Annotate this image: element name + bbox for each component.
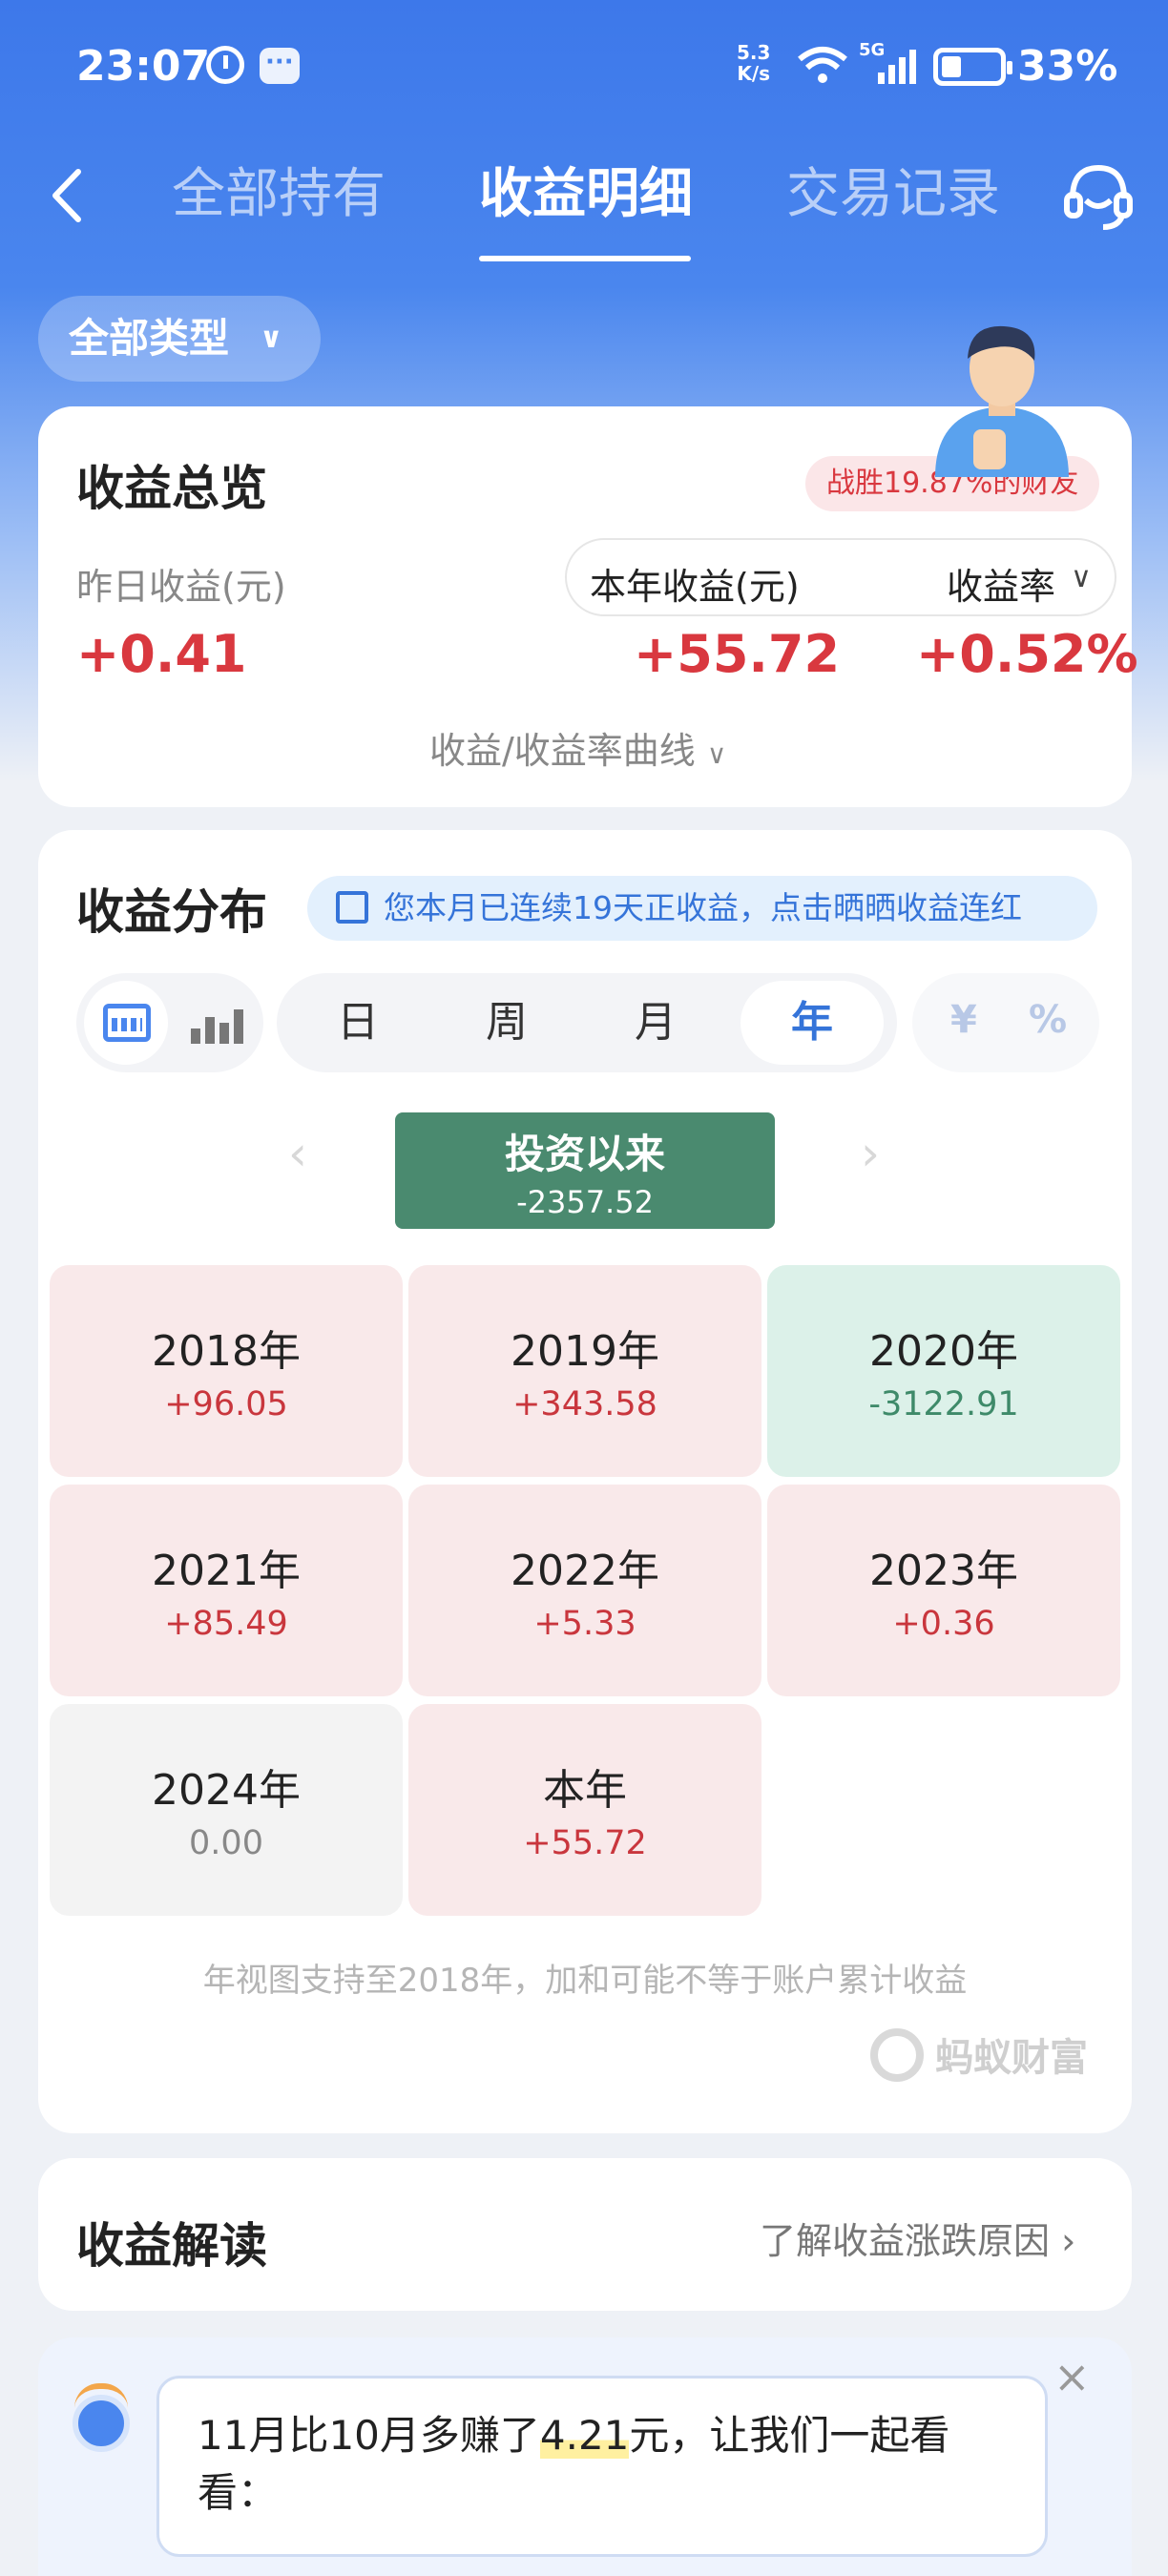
year-cell[interactable]: 2023年 +0.36: [767, 1485, 1120, 1696]
view-mode-toggle: [76, 973, 263, 1072]
mascot-avatar: [935, 325, 1069, 477]
year-value: +96.05: [164, 1385, 288, 1423]
highlight-amount: 4.21: [539, 2412, 630, 2459]
year-value: +85.49: [164, 1605, 288, 1643]
tab-all-holdings[interactable]: 全部持有: [172, 156, 386, 233]
earnings-distribution-card: 收益分布 您本月已连续19天正收益，点击晒晒收益连红 日 周 月 年 ¥ % ‹…: [38, 830, 1132, 2133]
period-week[interactable]: 周: [435, 973, 578, 1072]
unit-amount[interactable]: ¥: [950, 998, 977, 1042]
assistant-bot-icon: [73, 2383, 130, 2452]
period-year[interactable]: 年: [740, 981, 884, 1065]
distribution-title: 收益分布: [76, 884, 267, 940]
year-label: 2020年: [869, 1327, 1018, 1376]
chevron-down-icon: ∨: [260, 322, 283, 355]
signal-icon: 5G: [859, 40, 918, 86]
tab-transactions[interactable]: 交易记录: [786, 156, 1000, 233]
status-time: 23:07: [76, 42, 211, 91]
unit-percent[interactable]: %: [1029, 998, 1067, 1042]
next-arrow-icon[interactable]: ›: [861, 1126, 880, 1181]
earnings-curve-toggle[interactable]: 收益/收益率曲线 ∨: [429, 721, 726, 774]
earnings-interpretation-card[interactable]: 收益解读 了解收益涨跌原因 ›: [38, 2158, 1132, 2311]
unit-selector: ¥ %: [912, 973, 1099, 1072]
year-cell[interactable]: 2021年 +85.49: [50, 1485, 403, 1696]
customer-service-icon[interactable]: [1059, 156, 1137, 235]
year-cell[interactable]: 本年 +55.72: [408, 1704, 761, 1916]
year-label: 2018年: [152, 1327, 301, 1376]
close-icon[interactable]: ×: [1053, 2351, 1091, 2402]
year-value: 0.00: [189, 1824, 263, 1862]
year-value: +343.58: [512, 1385, 657, 1423]
reason-link[interactable]: 了解收益涨跌原因 ›: [760, 2212, 1075, 2264]
calendar-icon: [103, 1004, 151, 1042]
year-cell[interactable]: 2020年 -3122.91: [767, 1265, 1120, 1477]
year-cell[interactable]: 2018年 +96.05: [50, 1265, 403, 1477]
message-icon: [260, 48, 300, 84]
top-nav: 全部持有 收益明细 交易记录: [0, 134, 1168, 267]
chevron-down-icon: ∨: [706, 738, 727, 770]
chevron-down-icon: ∨: [1071, 561, 1092, 594]
since-investment-summary: 投资以来 -2357.52: [176, 1112, 994, 1229]
active-tab-indicator: [479, 256, 691, 261]
calendar-view-button[interactable]: [84, 981, 168, 1065]
alarm-icon: [206, 46, 244, 84]
battery-percent: 33%: [1017, 42, 1118, 91]
tab-earnings-detail[interactable]: 收益明细: [479, 156, 693, 233]
ant-fortune-logo-icon: [870, 2028, 924, 2082]
year-label: 2023年: [869, 1547, 1018, 1595]
year-label: 本年: [543, 1766, 627, 1815]
period-month[interactable]: 月: [584, 973, 727, 1072]
type-filter-dropdown[interactable]: 全部类型 ∨: [38, 296, 321, 382]
overview-title: 收益总览: [76, 461, 267, 516]
year-value: -3122.91: [868, 1385, 1019, 1423]
year-earnings-label: 本年收益(元): [590, 566, 800, 608]
network-speed: 5.3 K/s: [737, 41, 771, 85]
rate-value: +0.52%: [916, 624, 1138, 684]
share-icon: [336, 891, 368, 924]
yesterday-earnings-value: +0.41: [76, 624, 247, 684]
year-cell[interactable]: 2024年 0.00: [50, 1704, 403, 1916]
yesterday-earnings-label: 昨日收益(元): [76, 566, 286, 608]
year-cell[interactable]: 2019年 +343.58: [408, 1265, 761, 1477]
chevron-right-icon: ›: [1061, 2220, 1076, 2262]
interpretation-title: 收益解读: [76, 2218, 267, 2274]
since-label: 投资以来: [504, 1131, 665, 1177]
year-cell[interactable]: 2022年 +5.33: [408, 1485, 761, 1696]
streak-share-banner[interactable]: 您本月已连续19天正收益，点击晒晒收益连红: [307, 876, 1097, 941]
year-earnings-value: +55.72: [634, 624, 841, 684]
battery-icon: [933, 48, 1012, 86]
year-rate-toggle[interactable]: 本年收益(元) 收益率 ∨: [565, 538, 1116, 616]
prev-arrow-icon[interactable]: ‹: [288, 1126, 307, 1181]
status-bar: 23:07 5.3 K/s 5G 33%: [0, 0, 1168, 134]
year-view-footnote: 年视图支持至2018年，加和可能不等于账户累计收益: [202, 1962, 968, 2000]
assistant-card: 11月比10月多赚了4.21元，让我们一起看看： ×: [38, 2337, 1132, 2576]
year-label: 2021年: [152, 1547, 301, 1595]
period-selector: 日 周 月 年: [277, 973, 897, 1072]
back-arrow-icon[interactable]: [38, 162, 105, 229]
brand-watermark: 蚂蚁财富: [935, 2036, 1088, 2080]
since-value: -2357.52: [516, 1184, 654, 1220]
year-label: 2022年: [511, 1547, 659, 1595]
year-value: +0.36: [892, 1605, 995, 1643]
year-label: 2024年: [152, 1766, 301, 1815]
wifi-icon: [798, 47, 847, 83]
assistant-message[interactable]: 11月比10月多赚了4.21元，让我们一起看看：: [156, 2376, 1048, 2557]
rate-label: 收益率: [947, 566, 1056, 608]
year-value: +55.72: [523, 1824, 647, 1862]
period-day[interactable]: 日: [286, 973, 429, 1072]
bar-chart-icon[interactable]: [191, 1002, 243, 1044]
year-value: +5.33: [533, 1605, 636, 1643]
year-label: 2019年: [511, 1327, 659, 1376]
